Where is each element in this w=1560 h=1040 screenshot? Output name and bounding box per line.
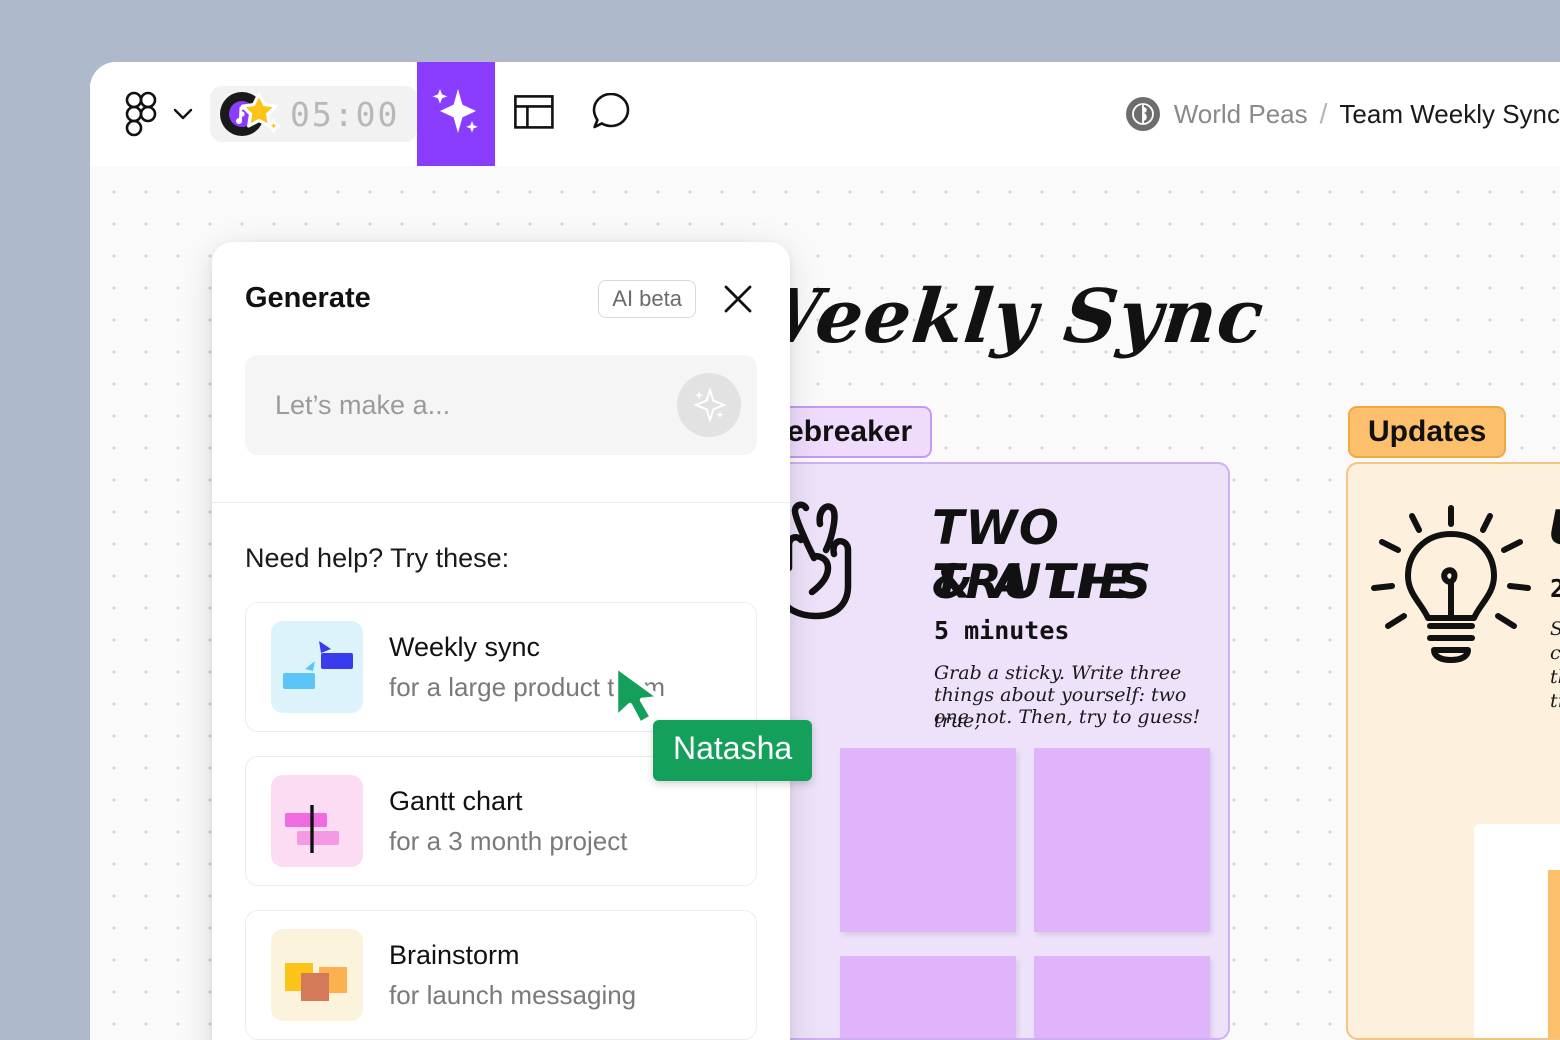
icebreaker-body-line3: one not. Then, try to guess! bbox=[934, 706, 1201, 728]
chevron-down-icon[interactable] bbox=[170, 62, 196, 166]
sticky-notes-thumbnail bbox=[271, 929, 363, 1021]
updates-body-line3: the bbox=[1550, 666, 1560, 688]
app-window: Weekly Sync Icebreaker TWO TRUTHS & A LI… bbox=[90, 62, 1560, 1040]
updates-body-line4: tra bbox=[1550, 690, 1560, 712]
updates-card-title-line1: U bbox=[1548, 502, 1560, 556]
updates-inner-card[interactable] bbox=[1474, 824, 1560, 1038]
sticky-note[interactable] bbox=[840, 956, 1016, 1038]
close-icon[interactable] bbox=[716, 277, 760, 321]
updates-body-line1: Sh bbox=[1550, 616, 1560, 642]
generate-panel-header: Generate AI beta bbox=[212, 242, 790, 355]
lightbulb-idea-icon bbox=[1368, 502, 1534, 683]
ai-beta-badge[interactable]: AI beta bbox=[598, 279, 696, 318]
figjam-logo-icon[interactable] bbox=[114, 62, 170, 166]
top-toolbar: 05:00 World Peas / Team Weekly Sync bbox=[90, 62, 1560, 166]
panel-title: Generate bbox=[245, 282, 371, 314]
section-frame-icebreaker[interactable]: TWO TRUTHS & A LIE 5 minutes Grab a stic… bbox=[740, 462, 1230, 1040]
sparkle-icon bbox=[693, 386, 727, 424]
help-label: Need help? Try these: bbox=[245, 543, 510, 573]
suggestion-desc: for a large product team bbox=[389, 671, 666, 702]
timer-widget[interactable]: 05:00 bbox=[210, 86, 418, 142]
suggestion-desc: for launch messaging bbox=[389, 979, 637, 1010]
breadcrumb-file[interactable]: Team Weekly Sync bbox=[1339, 99, 1560, 130]
suggestion-weekly-sync[interactable]: Weekly sync for a large product team bbox=[245, 602, 757, 732]
suggestion-name: Brainstorm bbox=[389, 939, 520, 970]
suggestion-brainstorm[interactable]: Brainstorm for launch messaging bbox=[245, 910, 757, 1040]
prompt-placeholder: Let’s make a... bbox=[275, 389, 451, 420]
arrows-flow-thumbnail bbox=[271, 621, 363, 713]
sticky-note[interactable] bbox=[1034, 956, 1210, 1038]
tab-comment[interactable] bbox=[573, 62, 651, 166]
section-frame-updates[interactable]: U 2 Sh cha the tra bbox=[1346, 462, 1560, 1040]
sticky-note[interactable] bbox=[1034, 748, 1210, 932]
gantt-bars-thumbnail bbox=[271, 775, 363, 867]
vinyl-record-music-icon bbox=[218, 90, 284, 138]
icebreaker-duration: 5 minutes bbox=[934, 616, 1070, 645]
prompt-submit-button[interactable] bbox=[677, 373, 741, 437]
tab-ai-generate[interactable] bbox=[417, 62, 496, 166]
generate-panel: Generate AI beta Let’s make a... Need he… bbox=[212, 242, 790, 1040]
sticky-note[interactable] bbox=[1548, 870, 1560, 1038]
timer-value: 05:00 bbox=[290, 94, 400, 134]
suggestion-list: Weekly sync for a large product team Gan… bbox=[212, 574, 790, 1040]
suggestion-gantt-chart[interactable]: Gantt chart for a 3 month project bbox=[245, 756, 757, 886]
breadcrumb: World Peas / Team Weekly Sync bbox=[1125, 97, 1560, 131]
prompt-input[interactable]: Let’s make a... bbox=[245, 355, 757, 455]
speech-bubble-icon bbox=[592, 92, 632, 136]
sticky-note[interactable] bbox=[840, 748, 1016, 932]
updates-body-line2: cha bbox=[1550, 642, 1560, 664]
icebreaker-card-title-line2: & A LIE bbox=[932, 555, 1133, 610]
suggestion-name: Gantt chart bbox=[389, 785, 523, 816]
sparkle-icon bbox=[430, 85, 482, 144]
updates-duration: 2 bbox=[1550, 574, 1560, 603]
suggestion-name: Weekly sync bbox=[389, 631, 541, 662]
layout-template-icon bbox=[514, 94, 555, 134]
breadcrumb-team[interactable]: World Peas bbox=[1174, 99, 1308, 130]
board-title: Weekly Sync bbox=[733, 274, 1269, 360]
team-avatar-icon[interactable] bbox=[1125, 97, 1160, 131]
tab-templates[interactable] bbox=[495, 62, 573, 166]
breadcrumb-separator: / bbox=[1319, 98, 1328, 129]
suggestion-desc: for a 3 month project bbox=[389, 825, 628, 856]
section-label-updates[interactable]: Updates bbox=[1348, 406, 1507, 458]
